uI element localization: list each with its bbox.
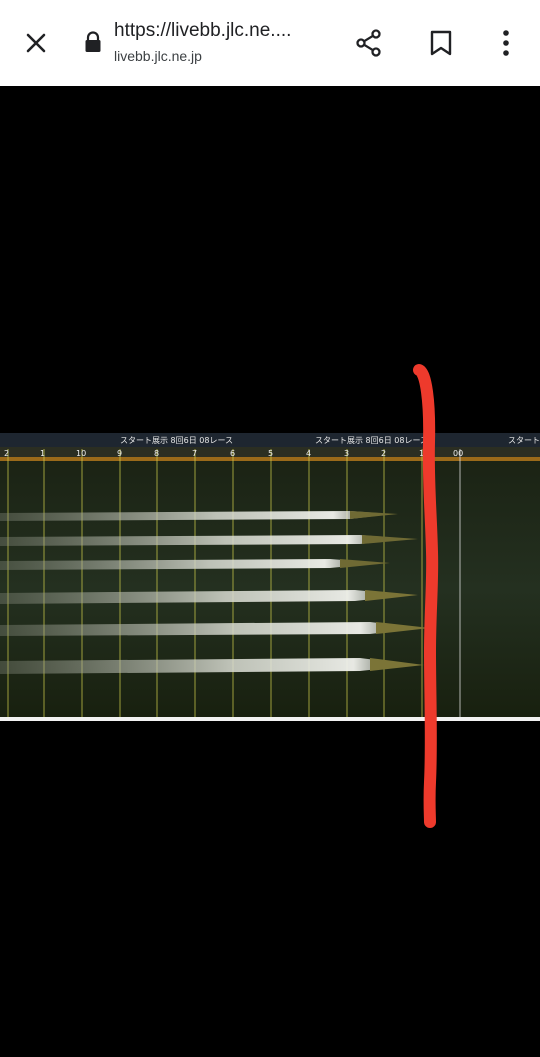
tick-label: 00 bbox=[453, 449, 463, 458]
tick-label: 4 bbox=[306, 449, 311, 458]
page-url: https://livebb.jlc.ne.... bbox=[114, 20, 292, 41]
race-start-photo: スタート展示 8回6日 08レース スタート展示 8回6日 08レース スタート bbox=[0, 433, 540, 719]
image-viewer: スタート展示 8回6日 08レース スタート展示 8回6日 08レース スタート bbox=[0, 86, 540, 1057]
tick-label: 2 bbox=[4, 449, 9, 458]
share-button[interactable] bbox=[347, 21, 391, 65]
tick-label: 2 bbox=[381, 449, 386, 458]
red-annotation-line bbox=[413, 364, 439, 828]
more-vert-icon bbox=[503, 30, 509, 56]
tick-label: 6 bbox=[230, 449, 235, 458]
more-options-button[interactable] bbox=[484, 21, 528, 65]
ticker-text-1: スタート展示 8回6日 08レース bbox=[120, 436, 233, 445]
url-display[interactable]: https://livebb.jlc.ne.... livebb.jlc.ne.… bbox=[114, 19, 334, 66]
finish-baseline bbox=[0, 717, 540, 721]
tick-label: 9 bbox=[117, 449, 122, 458]
close-icon bbox=[26, 33, 46, 53]
tick-label: 7 bbox=[192, 449, 197, 458]
tick-label: 3 bbox=[344, 449, 349, 458]
ticker-text-3: スタート bbox=[508, 436, 540, 445]
browser-toolbar: https://livebb.jlc.ne.... livebb.jlc.ne.… bbox=[0, 0, 540, 86]
lock-icon bbox=[85, 31, 101, 52]
tick-label: 1 bbox=[40, 449, 45, 458]
ticker-band bbox=[0, 433, 540, 447]
bookmark-icon bbox=[430, 30, 452, 56]
race-photo-graphic: スタート展示 8回6日 08レース スタート展示 8回6日 08レース スタート bbox=[0, 433, 540, 717]
share-icon bbox=[356, 29, 381, 57]
tick-label: 10 bbox=[76, 449, 86, 458]
water-surface bbox=[0, 461, 540, 717]
tick-label: 8 bbox=[154, 449, 159, 458]
bookmark-button[interactable] bbox=[419, 21, 463, 65]
tick-label: 5 bbox=[268, 449, 273, 458]
close-button[interactable] bbox=[14, 21, 58, 65]
page-domain: livebb.jlc.ne.jp bbox=[114, 48, 202, 64]
